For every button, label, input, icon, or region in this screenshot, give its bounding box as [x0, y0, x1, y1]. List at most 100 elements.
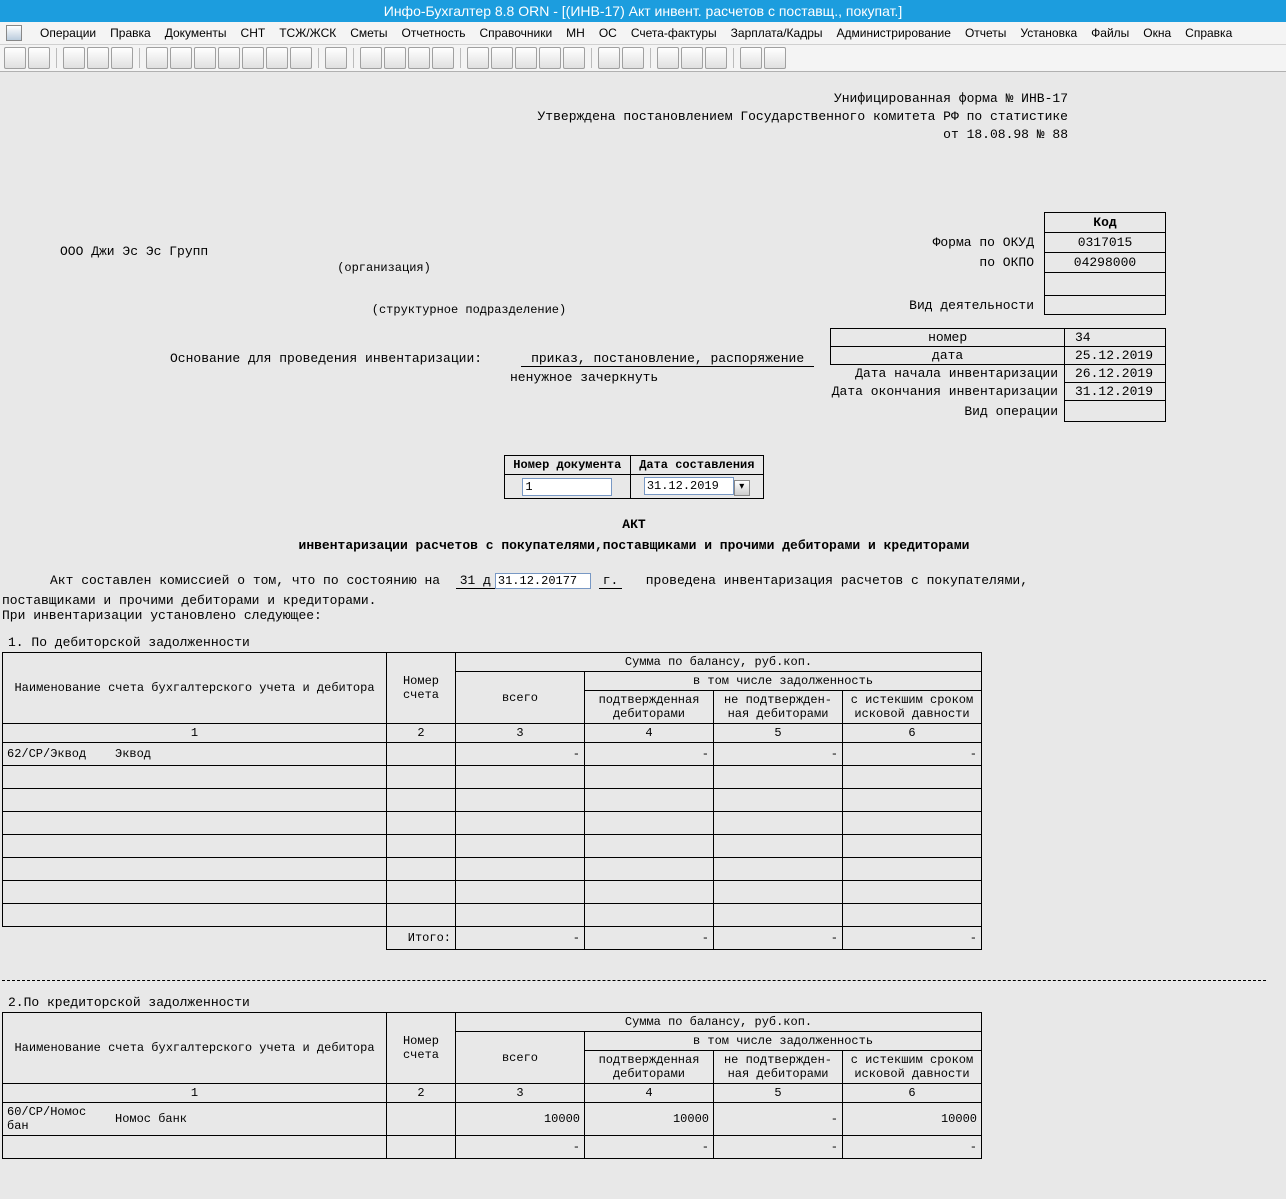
table-row[interactable] [3, 766, 982, 789]
row-total[interactable] [456, 812, 585, 835]
row-name[interactable]: Эквод [111, 743, 387, 766]
row-name[interactable] [111, 812, 387, 835]
row-acct[interactable] [387, 881, 456, 904]
row-expired[interactable] [843, 835, 982, 858]
save-icon[interactable] [432, 47, 454, 69]
menu-item[interactable]: Справка [1185, 26, 1232, 40]
row-code[interactable] [3, 789, 112, 812]
row-acct[interactable] [387, 1103, 456, 1136]
tool-icon[interactable] [764, 47, 786, 69]
nomer-value[interactable]: 34 [1065, 329, 1166, 347]
row-confirmed[interactable] [585, 812, 714, 835]
tool-icon[interactable] [491, 47, 513, 69]
menu-item[interactable]: ОС [599, 26, 617, 40]
row-expired[interactable] [843, 881, 982, 904]
docnum-input[interactable] [522, 478, 612, 496]
docdate-input[interactable] [644, 477, 734, 495]
row-total[interactable] [456, 835, 585, 858]
row-confirmed[interactable] [585, 766, 714, 789]
row-name[interactable] [111, 858, 387, 881]
row-expired[interactable]: - [843, 743, 982, 766]
row-confirmed[interactable] [585, 881, 714, 904]
row-acct[interactable] [387, 904, 456, 927]
help-icon[interactable] [657, 47, 679, 69]
end-value[interactable]: 31.12.2019 [1065, 383, 1166, 401]
tool-icon[interactable] [384, 47, 406, 69]
row-confirmed[interactable] [585, 835, 714, 858]
row-code[interactable] [3, 858, 112, 881]
globe-icon[interactable] [740, 47, 762, 69]
paste-icon[interactable] [111, 47, 133, 69]
row-code[interactable] [3, 881, 112, 904]
row-code[interactable] [3, 1136, 112, 1159]
row-code[interactable]: 62/СР/Эквод [3, 743, 112, 766]
row-unconfirmed[interactable]: - [714, 743, 843, 766]
row-code[interactable] [3, 835, 112, 858]
tool-icon[interactable] [705, 47, 727, 69]
row-name[interactable] [111, 835, 387, 858]
undo-icon[interactable] [146, 47, 168, 69]
row-expired[interactable] [843, 858, 982, 881]
row-code[interactable]: 60/СР/Номос бан [3, 1103, 112, 1136]
row-total[interactable]: - [456, 1136, 585, 1159]
dropdown-icon[interactable]: ▾ [734, 480, 750, 496]
menu-item[interactable]: Установка [1020, 26, 1077, 40]
row-unconfirmed[interactable]: - [714, 1103, 843, 1136]
menu-item[interactable]: Отчеты [965, 26, 1006, 40]
tool-icon[interactable] [194, 47, 216, 69]
row-expired[interactable]: - [843, 1136, 982, 1159]
row-code[interactable] [3, 904, 112, 927]
menu-item[interactable]: ТСЖ/ЖСК [279, 26, 336, 40]
menu-item[interactable]: Правка [110, 26, 151, 40]
refresh-icon[interactable] [325, 47, 347, 69]
tool-icon[interactable] [515, 47, 537, 69]
row-unconfirmed[interactable] [714, 789, 843, 812]
tool-icon[interactable] [622, 47, 644, 69]
body-date-input[interactable] [495, 573, 591, 589]
row-confirmed[interactable]: - [585, 743, 714, 766]
table-row[interactable] [3, 789, 982, 812]
tool-icon[interactable] [170, 47, 192, 69]
row-expired[interactable] [843, 766, 982, 789]
row-name[interactable]: Номос банк [111, 1103, 387, 1136]
row-total[interactable] [456, 881, 585, 904]
row-confirmed[interactable]: 10000 [585, 1103, 714, 1136]
table-row[interactable]: ---- [3, 1136, 982, 1159]
menu-item[interactable]: Справочники [479, 26, 552, 40]
row-code[interactable] [3, 812, 112, 835]
row-confirmed[interactable] [585, 904, 714, 927]
row-total[interactable] [456, 789, 585, 812]
tool-icon[interactable] [290, 47, 312, 69]
row-total[interactable]: - [456, 743, 585, 766]
data-value[interactable]: 25.12.2019 [1065, 347, 1166, 365]
row-total[interactable] [456, 766, 585, 789]
menu-item[interactable]: Окна [1143, 26, 1171, 40]
cut-icon[interactable] [63, 47, 85, 69]
row-confirmed[interactable] [585, 789, 714, 812]
row-acct[interactable] [387, 835, 456, 858]
row-acct[interactable] [387, 766, 456, 789]
menu-item[interactable]: Файлы [1091, 26, 1129, 40]
tool-icon[interactable] [218, 47, 240, 69]
row-total[interactable] [456, 858, 585, 881]
row-unconfirmed[interactable] [714, 881, 843, 904]
table-row[interactable] [3, 904, 982, 927]
row-code[interactable] [3, 766, 112, 789]
table-row[interactable]: 62/СР/ЭкводЭквод---- [3, 743, 982, 766]
row-name[interactable] [111, 904, 387, 927]
tool-icon[interactable] [563, 47, 585, 69]
tool-icon[interactable] [681, 47, 703, 69]
row-expired[interactable] [843, 904, 982, 927]
tool-icon[interactable] [408, 47, 430, 69]
tool-icon[interactable] [28, 47, 50, 69]
row-confirmed[interactable] [585, 858, 714, 881]
row-expired[interactable] [843, 812, 982, 835]
menu-item[interactable]: МН [566, 26, 585, 40]
row-unconfirmed[interactable] [714, 766, 843, 789]
menu-item[interactable]: Отчетность [402, 26, 466, 40]
row-unconfirmed[interactable] [714, 835, 843, 858]
menu-item[interactable]: Зарплата/Кадры [731, 26, 823, 40]
menu-item[interactable]: Операции [40, 26, 96, 40]
row-name[interactable] [111, 1136, 387, 1159]
menu-item[interactable]: Счета-фактуры [631, 26, 717, 40]
